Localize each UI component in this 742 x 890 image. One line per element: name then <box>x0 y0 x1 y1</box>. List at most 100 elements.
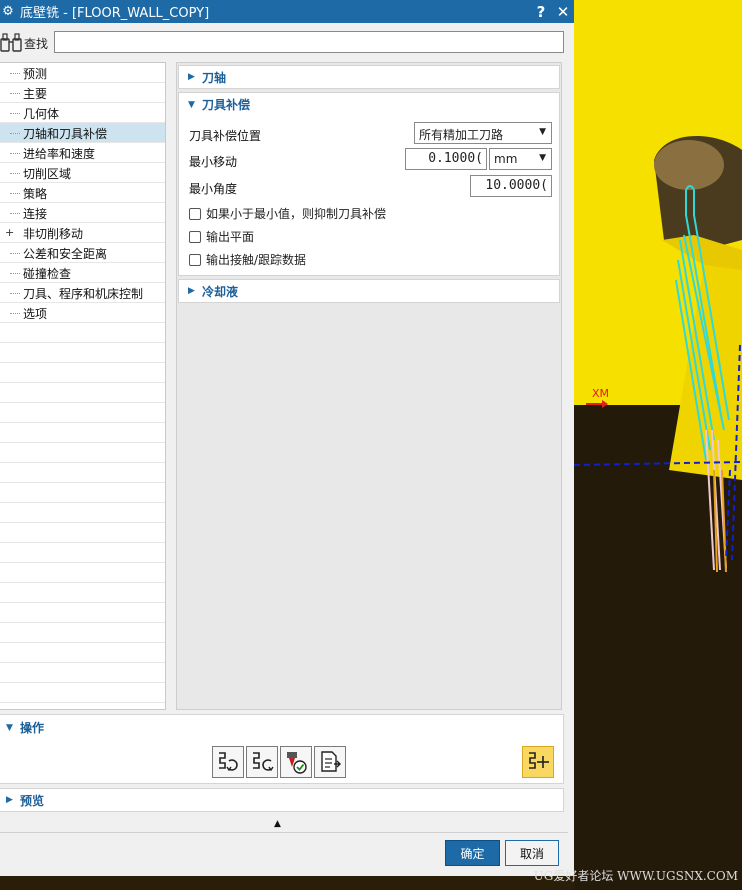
tree-item-label: 主要 <box>23 87 48 101</box>
graphics-viewport[interactable]: XM <box>574 0 742 890</box>
tree-item[interactable]: 预测 <box>0 63 165 83</box>
collapse-dialog-icon[interactable]: ▲ <box>274 819 281 829</box>
tree-item-label: 碰撞检查 <box>23 267 72 281</box>
min-angle-input[interactable]: 10.0000( <box>470 175 552 197</box>
tree-item[interactable]: 切削区域 <box>0 163 165 183</box>
tree-empty-row <box>0 583 165 603</box>
tree-empty-row <box>0 343 165 363</box>
window-title: 底壁铣 - [FLOOR_WALL_COPY] <box>20 6 210 21</box>
tree-item[interactable]: 几何体 <box>0 103 165 123</box>
auto-generate-button[interactable] <box>522 746 554 778</box>
tree-item-label: 进给率和速度 <box>23 147 96 161</box>
tree-item[interactable]: 碰撞检查 <box>0 263 165 283</box>
tree-connector <box>10 173 20 174</box>
tree-empty-row <box>0 323 165 343</box>
section-label: 冷却液 <box>202 284 239 299</box>
expand-plus-icon[interactable]: + <box>5 226 14 239</box>
tree-item-label: 预测 <box>23 67 48 81</box>
operations-section: ▼ 操作 <box>0 714 564 784</box>
section-tool-axis[interactable]: ▶ 刀轴 <box>178 65 560 89</box>
unit-select[interactable]: mm ▼ <box>489 148 552 170</box>
tree-item-label: 非切削移动 <box>23 227 84 241</box>
suppress-comp-checkbox[interactable]: 如果小于最小值，则抑制刀具补偿 <box>189 205 386 222</box>
title-bar[interactable]: ⚙ 底壁铣 - [FLOOR_WALL_COPY] ? ✕ <box>0 0 574 23</box>
settings-panel: ▶ 刀轴 ▼ 刀具补偿 刀具补偿位置 所有精加工刀路 ▼ 最小移动 0.1000… <box>176 62 562 710</box>
tree-connector <box>10 313 20 314</box>
tree-item-label: 切削区域 <box>23 167 72 181</box>
operations-header[interactable]: ▼ 操作 <box>6 719 44 736</box>
tree-item[interactable]: 连接 <box>0 203 165 223</box>
close-button[interactable]: ✕ <box>552 3 574 21</box>
auto-generate-icon <box>529 752 549 769</box>
tree-empty-row <box>0 623 165 643</box>
tree-item[interactable]: 公差和安全距离 <box>0 243 165 263</box>
output-contact-checkbox[interactable]: 输出接触/跟踪数据 <box>189 251 306 268</box>
comp-position-label: 刀具补偿位置 <box>189 129 262 143</box>
navigation-tree: 预测主要几何体刀轴和刀具补偿 进给率和速度 切削区域策略连接 + 非切削移动公差和安全距… <box>0 62 166 710</box>
section-cutter-comp[interactable]: ▼ 刀具补偿 <box>178 92 560 116</box>
search-bar: 查找 <box>0 28 574 58</box>
collapse-arrow-icon: ▼ <box>6 722 13 733</box>
tree-empty-row <box>0 403 165 423</box>
checkbox-box[interactable] <box>189 253 201 266</box>
tree-item-label: 连接 <box>23 207 48 221</box>
model-render: XM <box>574 0 742 890</box>
checkbox-label: 输出接触/跟踪数据 <box>206 253 307 267</box>
verify-button[interactable] <box>280 746 312 778</box>
list-output-icon <box>321 751 341 772</box>
tree-empty-row <box>0 523 165 543</box>
tree-empty-row <box>0 443 165 463</box>
tree-item[interactable]: + 非切削移动 <box>0 223 165 243</box>
ok-button[interactable]: 确定 <box>445 840 500 866</box>
generate-icon <box>219 752 238 772</box>
tree-item-label: 公差和安全距离 <box>23 247 108 261</box>
search-label: 查找 <box>24 36 49 51</box>
section-label: 刀具补偿 <box>202 98 251 112</box>
tree-empty-row <box>0 683 165 703</box>
list-button[interactable] <box>314 746 346 778</box>
expand-arrow-icon: ▶ <box>188 72 195 82</box>
generate-button[interactable] <box>212 746 244 778</box>
tree-item-label: 选项 <box>23 307 48 321</box>
comp-position-select[interactable]: 所有精加工刀路 ▼ <box>414 122 552 144</box>
tree-item[interactable]: 策略 <box>0 183 165 203</box>
tree-item[interactable]: 进给率和速度 <box>0 143 165 163</box>
gear-icon: ⚙ <box>2 4 14 19</box>
tree-item-label: 刀轴和刀具补偿 <box>23 127 108 141</box>
cancel-button[interactable]: 取消 <box>505 840 559 866</box>
tree-connector <box>10 93 20 94</box>
tree-item[interactable]: 刀轴和刀具补偿 <box>0 123 165 143</box>
help-button[interactable]: ? <box>530 3 552 21</box>
operations-label: 操作 <box>20 721 45 735</box>
checkbox-label: 输出平面 <box>206 230 255 244</box>
checkbox-box[interactable] <box>189 230 201 243</box>
tree-connector <box>10 113 20 114</box>
tree-item[interactable]: 选项 <box>0 303 165 323</box>
collapse-arrow-icon: ▼ <box>188 99 195 110</box>
search-input[interactable] <box>54 31 564 53</box>
selected-value: mm <box>494 152 518 166</box>
binoculars-icon <box>0 33 22 52</box>
min-move-label: 最小移动 <box>189 155 238 169</box>
section-label: 刀轴 <box>202 70 227 85</box>
tree-empty-row <box>0 603 165 623</box>
tree-item[interactable]: 主要 <box>0 83 165 103</box>
replay-button[interactable] <box>246 746 278 778</box>
section-coolant[interactable]: ▶ 冷却液 <box>178 279 560 303</box>
checkbox-box[interactable] <box>189 207 201 220</box>
tree-connector <box>10 253 20 254</box>
min-move-input[interactable]: 0.1000( <box>405 148 487 170</box>
tree-item-label: 几何体 <box>23 107 60 121</box>
tree-empty-row <box>0 503 165 523</box>
output-plane-checkbox[interactable]: 输出平面 <box>189 228 254 245</box>
tree-connector <box>10 193 20 194</box>
expand-arrow-icon: ▶ <box>6 795 13 805</box>
tree-empty-row <box>0 543 165 563</box>
tree-empty-row <box>0 383 165 403</box>
tree-item-label: 策略 <box>23 187 48 201</box>
tree-item[interactable]: 刀具、程序和机床控制 <box>0 283 165 303</box>
watermark: UG爱好者论坛 WWW.UGSNX.COM <box>533 869 738 883</box>
preview-section-header[interactable]: ▶ 预览 <box>0 788 564 812</box>
tree-connector <box>10 273 20 274</box>
selected-value: 所有精加工刀路 <box>419 128 504 142</box>
